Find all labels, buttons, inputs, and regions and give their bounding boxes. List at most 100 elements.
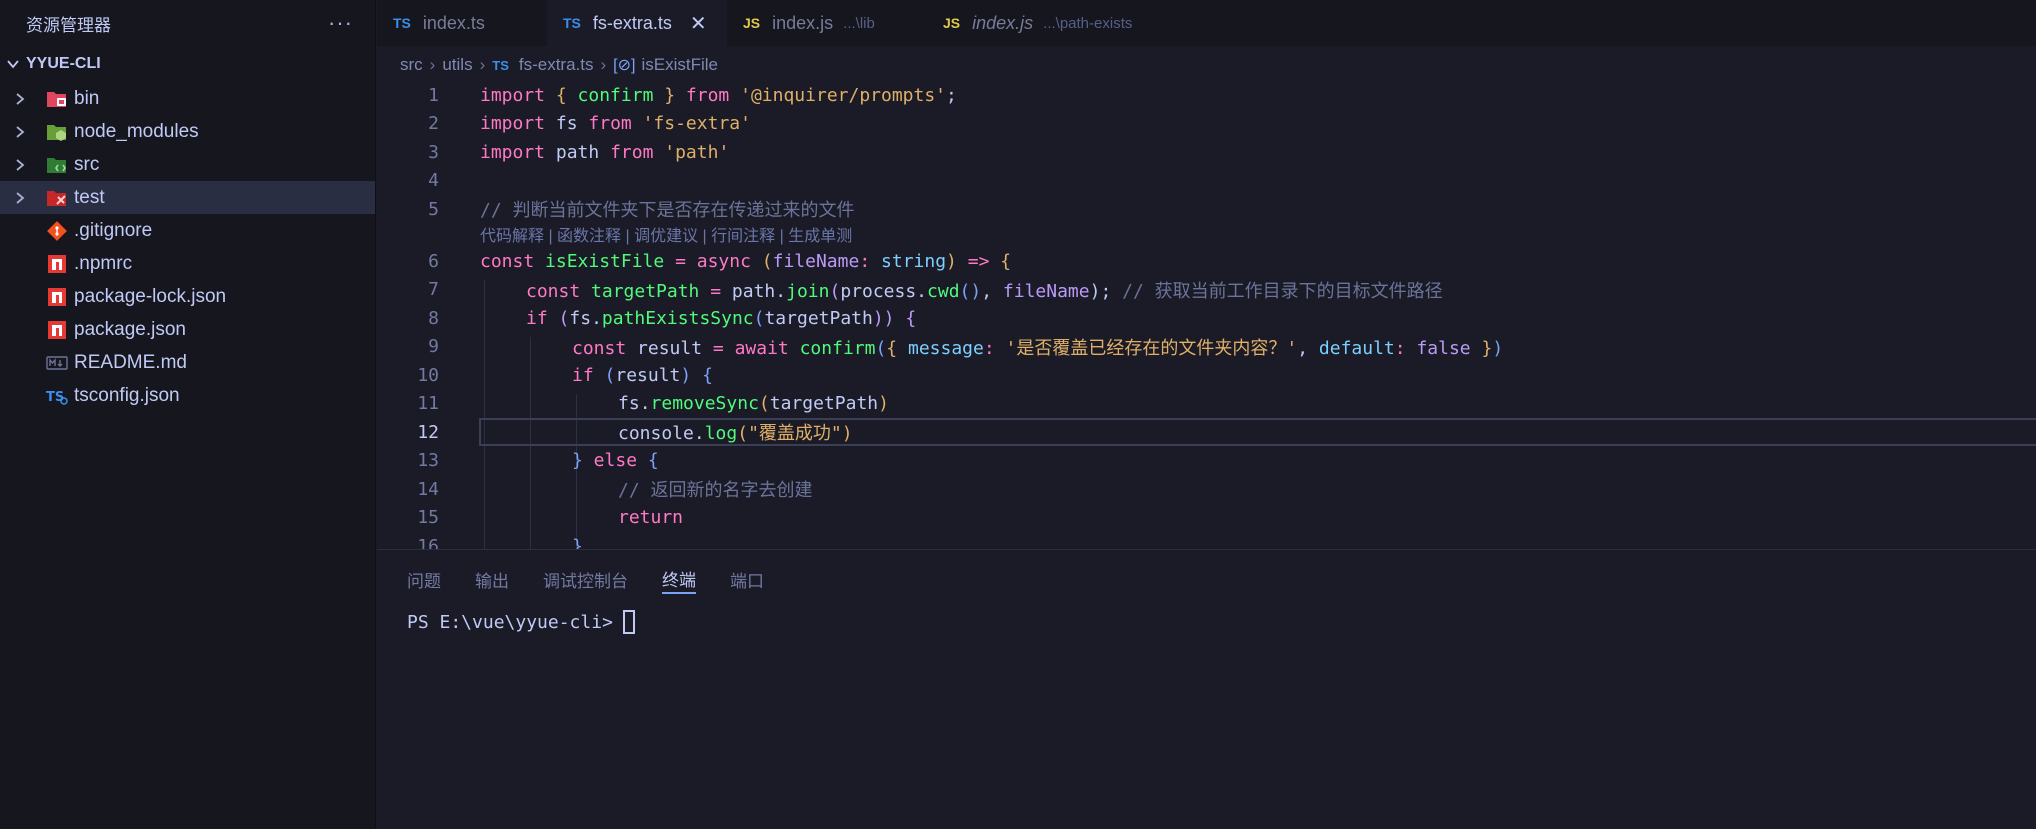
markdown-icon — [46, 352, 68, 374]
tab-index-js-lib[interactable]: JS index.js ...\lib — [727, 0, 927, 46]
breadcrumb: src › utils › TS fs-extra.ts › [⊘] isExi… — [400, 52, 718, 78]
javascript-icon: JS — [943, 15, 961, 31]
code-line[interactable]: 16 } — [377, 532, 2036, 549]
line-number: 12 — [417, 421, 439, 443]
tab-index-js-path-exists[interactable]: JS index.js ...\path-exists — [927, 0, 1167, 46]
code-line[interactable]: 10 if (result) { — [377, 361, 2036, 390]
code-text: fs.removeSync(targetPath) — [618, 393, 889, 415]
tree-item-label: tsconfig.json — [74, 384, 180, 406]
chevron-right-icon: › — [429, 55, 436, 74]
terminal[interactable]: PS E:\vue\yyue-cli> — [407, 610, 635, 634]
tab-terminal[interactable]: 终端 — [662, 564, 696, 594]
code-text: const result = await confirm({ message: … — [572, 337, 1504, 359]
code-text: } — [572, 535, 583, 549]
code-text: import path from 'path' — [480, 141, 730, 163]
line-number: 11 — [417, 393, 439, 415]
git-icon — [46, 220, 68, 242]
breadcrumb-utils[interactable]: utils — [442, 55, 472, 75]
code-text: const isExistFile = async (fileName: str… — [480, 250, 1012, 272]
code-line[interactable]: 3 import path from 'path' — [377, 138, 2036, 167]
npm-icon — [46, 253, 68, 275]
code-text: if (result) { — [572, 364, 713, 386]
codelens-actions[interactable]: 代码解释 | 函数注释 | 调优建议 | 行间注释 | 生成单测 — [480, 222, 852, 246]
breadcrumb-symbol[interactable]: isExistFile — [641, 55, 718, 75]
tab-label: index.js — [972, 12, 1034, 33]
line-number: 2 — [428, 113, 439, 135]
tree-item-label: bin — [74, 87, 100, 109]
code-text: const targetPath = path.join(process.cwd… — [526, 280, 1443, 302]
tree-file-npmrc[interactable]: .npmrc — [0, 247, 375, 280]
tree-folder-src[interactable]: src — [0, 148, 375, 181]
close-icon[interactable]: ✕ — [690, 11, 707, 36]
code-line[interactable]: 6 const isExistFile = async (fileName: s… — [377, 247, 2036, 276]
chevron-right-icon: › — [600, 55, 607, 74]
breadcrumb-file[interactable]: fs-extra.ts — [519, 55, 594, 75]
code-line[interactable]: 15 return — [377, 504, 2036, 533]
line-number: 4 — [428, 170, 439, 192]
code-line[interactable]: 5 // 判断当前文件夹下是否存在传递过来的文件 — [377, 195, 2036, 224]
line-number: 5 — [428, 198, 439, 220]
code-text: import fs from 'fs-extra' — [480, 113, 751, 135]
code-line-current[interactable]: 12 console.log("覆盖成功") — [377, 418, 2036, 447]
chevron-right-icon[interactable] — [0, 181, 30, 214]
codelens-row[interactable]: 代码解释 | 函数注释 | 调优建议 | 行间注释 | 生成单测 — [377, 222, 2036, 246]
javascript-icon: JS — [743, 15, 761, 31]
panel-tabs: 问题 输出 调试控制台 终端 端口 — [377, 550, 2036, 608]
npm-icon — [46, 286, 68, 308]
tree-folder-bin[interactable]: bin — [0, 82, 375, 115]
typescript-icon: TS — [393, 15, 411, 31]
tab-fs-extra-ts[interactable]: TS fs-extra.ts ✕ — [547, 0, 727, 46]
tree-item-label: test — [74, 186, 105, 208]
line-number: 16 — [417, 535, 439, 549]
tree-item-label: package-lock.json — [74, 285, 227, 307]
code-text: console.log("覆盖成功") — [618, 423, 853, 445]
tree-file-tsconfig[interactable]: TS tsconfig.json — [0, 379, 375, 412]
code-line[interactable]: 11 fs.removeSync(targetPath) — [377, 390, 2036, 419]
folder-node-icon — [46, 121, 68, 143]
code-line[interactable]: 9 const result = await confirm({ message… — [377, 333, 2036, 362]
code-line[interactable]: 14 // 返回新的名字去创建 — [377, 475, 2036, 504]
tab-debug-console[interactable]: 调试控制台 — [543, 564, 628, 594]
code-line[interactable]: 13 } else { — [377, 447, 2036, 476]
chevron-right-icon[interactable] — [0, 82, 30, 115]
tree-file-package-json[interactable]: package.json — [0, 313, 375, 346]
code-text: return — [618, 507, 684, 529]
tab-output[interactable]: 输出 — [475, 564, 509, 594]
code-editor[interactable]: 1 import { confirm } from '@inquirer/pro… — [377, 80, 2036, 549]
code-line[interactable]: 4 — [377, 167, 2036, 196]
code-comment: // 判断当前文件夹下是否存在传递过来的文件 — [480, 200, 855, 222]
more-actions-icon[interactable]: ··· — [328, 10, 353, 36]
chevron-right-icon[interactable] — [0, 115, 30, 148]
line-number: 8 — [428, 307, 439, 329]
tab-label: index.ts — [422, 12, 485, 33]
tab-path-hint: ...\lib — [843, 14, 875, 32]
explorer-sidebar: 资源管理器 ··· YYUE-CLI bin node_modules src … — [0, 0, 376, 829]
folder-test-icon — [46, 187, 68, 209]
chevron-right-icon: › — [479, 55, 486, 74]
code-text: } else { — [572, 450, 659, 472]
tab-index-ts[interactable]: TS index.ts — [377, 0, 547, 46]
tree-item-label: README.md — [74, 351, 187, 373]
typescript-icon: TS — [492, 57, 509, 73]
code-line[interactable]: 2 import fs from 'fs-extra' — [377, 110, 2036, 139]
code-line[interactable]: 8 if (fs.pathExistsSync(targetPath)) { — [377, 304, 2036, 333]
breadcrumb-src[interactable]: src — [400, 55, 423, 75]
tab-problems[interactable]: 问题 — [407, 564, 441, 594]
tree-item-label: .npmrc — [74, 252, 133, 274]
code-line[interactable]: 7 const targetPath = path.join(process.c… — [377, 276, 2036, 305]
tab-ports[interactable]: 端口 — [730, 564, 764, 594]
tree-folder-test[interactable]: test — [0, 181, 375, 214]
tree-item-label: package.json — [74, 318, 186, 340]
workspace-root[interactable]: YYUE-CLI — [0, 46, 375, 82]
tree-file-package-lock[interactable]: package-lock.json — [0, 280, 375, 313]
explorer-header: 资源管理器 ··· — [0, 0, 375, 46]
chevron-right-icon[interactable] — [0, 148, 30, 181]
tree-file-readme[interactable]: README.md — [0, 346, 375, 379]
code-line[interactable]: 1 import { confirm } from '@inquirer/pro… — [377, 81, 2036, 110]
tree-file-gitignore[interactable]: .gitignore — [0, 214, 375, 247]
folder-src-icon — [46, 154, 68, 176]
variable-symbol-icon: [⊘] — [613, 57, 636, 74]
tree-folder-node-modules[interactable]: node_modules — [0, 115, 375, 148]
tree-item-label: node_modules — [74, 120, 199, 142]
line-number: 15 — [417, 507, 439, 529]
